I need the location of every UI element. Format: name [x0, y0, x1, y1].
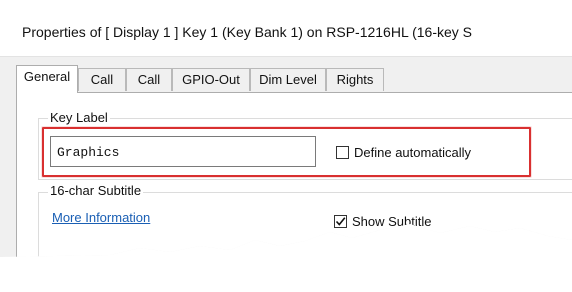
properties-window: Properties of [ Display 1 ] Key 1 (Key B… — [0, 0, 572, 257]
window-title: Properties of [ Display 1 ] Key 1 (Key B… — [22, 24, 473, 40]
check-icon — [335, 217, 346, 226]
key-label-input[interactable]: Graphics — [50, 136, 316, 167]
tab-rights[interactable]: Rights — [326, 68, 384, 91]
tab-call-2[interactable]: Call — [126, 68, 172, 91]
tab-gpio-out[interactable]: GPIO-Out — [172, 68, 250, 91]
show-subtitle-checkbox[interactable]: Show Subtitle — [334, 214, 432, 229]
checkbox-box-checked[interactable] — [334, 215, 347, 228]
show-subtitle-label: Show Subtitle — [352, 214, 432, 229]
define-automatically-label: Define automatically — [354, 145, 472, 160]
subtitle-group — [38, 192, 572, 257]
define-automatically-checkbox[interactable]: Define automatically — [336, 145, 471, 160]
checkbox-box[interactable] — [336, 146, 349, 159]
tab-call-1[interactable]: Call — [78, 68, 126, 91]
tab-general[interactable]: General — [16, 65, 78, 93]
tab-dim-level[interactable]: Dim Level — [250, 68, 326, 91]
title-bar: Properties of [ Display 1 ] Key 1 (Key B… — [0, 0, 572, 57]
more-information-link[interactable]: More Information — [52, 210, 150, 225]
subtitle-group-title: 16-char Subtitle — [48, 183, 144, 198]
key-label-group-title: Key Label — [48, 110, 110, 125]
